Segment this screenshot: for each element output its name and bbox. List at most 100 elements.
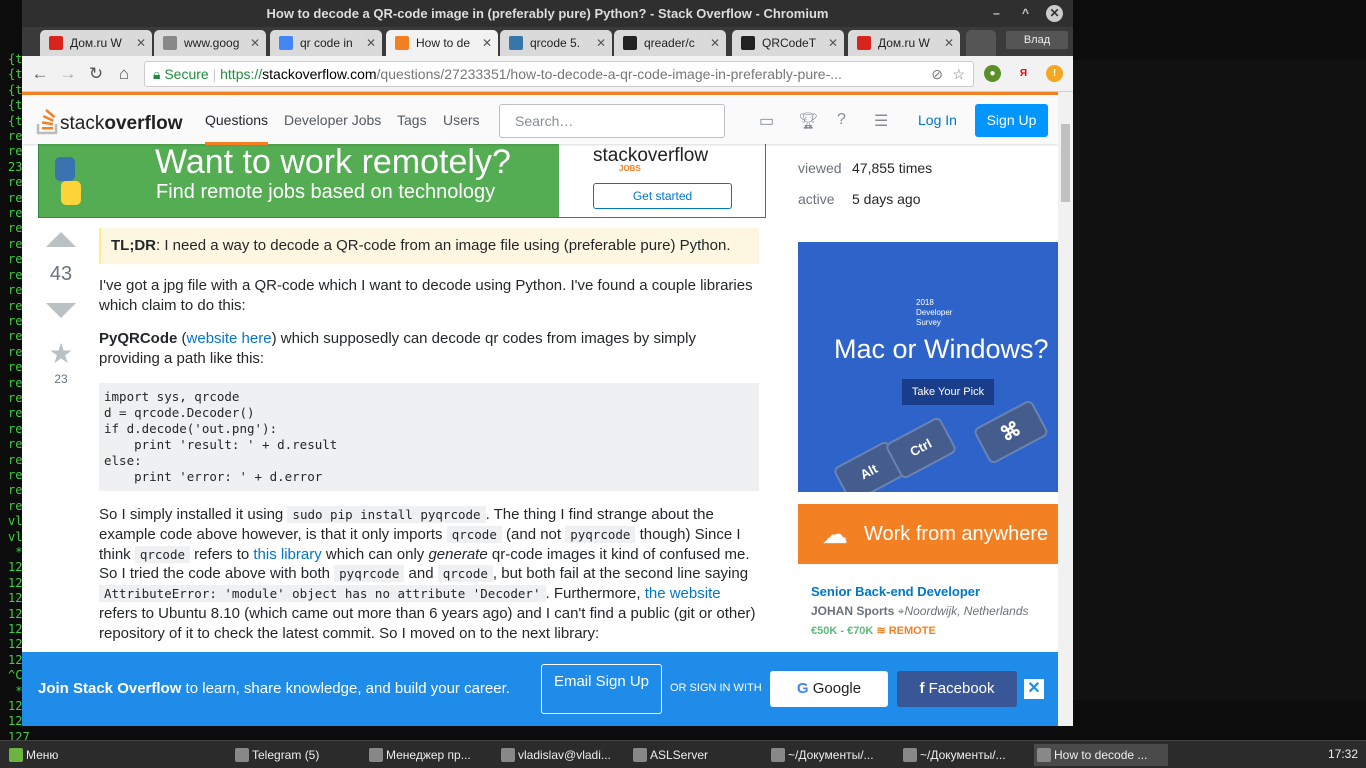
search-input[interactable]: Search… — [499, 104, 725, 138]
downvote-icon[interactable] — [46, 303, 76, 318]
wifi-icon: ≋ — [876, 625, 889, 637]
home-icon[interactable]: ⌂ — [114, 64, 134, 84]
tab-close-icon[interactable]: ✕ — [596, 30, 606, 56]
blocked-content-icon[interactable]: ⊘ — [931, 62, 943, 86]
or-sign-in-label: OR SIGN IN WITH — [670, 682, 762, 694]
tab-close-icon[interactable]: ✕ — [482, 30, 492, 56]
so-logo-icon — [36, 109, 58, 135]
forward-icon[interactable]: → — [58, 64, 78, 84]
join-banner: Join Stack Overflow to learn, share know… — [22, 652, 1058, 726]
yandex-icon[interactable]: Я — [1015, 65, 1032, 82]
tab-3[interactable]: qr code in ✕ — [270, 30, 382, 56]
tab-close-icon[interactable]: ✕ — [250, 30, 260, 56]
signup-button[interactable]: Sign Up — [975, 104, 1048, 137]
taskbar-item-2[interactable]: Менеджер пр... — [366, 744, 494, 766]
job-title[interactable]: Senior Back-end Developer — [811, 584, 980, 599]
tab-close-icon[interactable]: ✕ — [710, 30, 720, 56]
tab-close-icon[interactable]: ✕ — [366, 30, 376, 56]
login-link[interactable]: Log In — [918, 112, 957, 128]
tab-close-icon[interactable]: ✕ — [944, 30, 954, 56]
taskbar-item-4[interactable]: ASLServer — [630, 744, 764, 766]
tab-close-icon[interactable]: ✕ — [136, 30, 146, 56]
close-window-icon[interactable]: ✕ — [1046, 5, 1063, 22]
back-icon[interactable]: ← — [30, 64, 50, 84]
tab-favicon-icon — [509, 36, 523, 50]
jobs-logo: stackoverflow JOBS — [593, 145, 709, 173]
tab-close-icon[interactable]: ✕ — [828, 30, 838, 56]
nav-tags[interactable]: Tags — [397, 112, 427, 128]
banner-subheadline: Find remote jobs based on technology — [156, 181, 496, 203]
taskbar-item-3[interactable]: vladislav@vladi... — [498, 744, 626, 766]
tab-favicon-icon — [857, 36, 871, 50]
favorite-star-icon[interactable]: ★ — [38, 337, 84, 370]
maximize-icon[interactable]: ^ — [1017, 5, 1034, 22]
nav-users[interactable]: Users — [443, 112, 480, 128]
developer-survey-ad[interactable]: 2018 Developer Survey Mac or Windows? Ta… — [798, 242, 1058, 492]
start-menu-button[interactable]: Меню — [6, 744, 68, 766]
scrollbar-thumb[interactable] — [1061, 124, 1070, 202]
inbox-icon[interactable]: ▭ — [759, 111, 774, 131]
upvote-icon[interactable] — [46, 232, 76, 247]
job-listing[interactable]: Senior Back-end Developer JOHAN Sports ⌖… — [798, 564, 1058, 654]
reload-icon[interactable]: ↻ — [86, 64, 106, 84]
banner-brand-panel: stackoverflow JOBS Get started — [559, 139, 765, 217]
join-text: Join Stack Overflow to learn, share know… — [38, 680, 510, 697]
bookmark-star-icon[interactable]: ☆ — [952, 62, 965, 86]
logo-overflow: overflow — [104, 113, 183, 134]
taskbar-item-5[interactable]: ~/Документы/... — [768, 744, 896, 766]
nav-developer-jobs[interactable]: Developer Jobs — [284, 112, 381, 128]
alert-icon[interactable]: ! — [1046, 65, 1063, 82]
scrollbar[interactable] — [1058, 92, 1073, 726]
banner-headline: Want to work remotely? — [155, 143, 511, 181]
google-signin-button[interactable]: G Google — [770, 671, 888, 707]
so-logo[interactable]: stackoverflow — [36, 107, 182, 135]
taskbar-item-1[interactable]: Telegram (5) — [232, 744, 360, 766]
taskbar-item-label: ~/Документы/... — [788, 748, 874, 762]
tab-label: qrcode 5. — [530, 36, 581, 50]
tab-7[interactable]: QRCodeT ✕ — [732, 30, 844, 56]
question-body: TL;DR: I need a way to decode a QR-code … — [99, 228, 759, 658]
taskbar-item-label: vladislav@vladi... — [518, 748, 611, 762]
cmd-key: ⌘ — [972, 398, 1050, 466]
tab-6[interactable]: qreader/c ✕ — [614, 30, 726, 56]
this-library-link[interactable]: this library — [253, 546, 321, 563]
browser-window: How to decode a QR-code image in (prefer… — [22, 0, 1073, 726]
tab-8[interactable]: Дом.ru W ✕ — [848, 30, 960, 56]
minimize-icon[interactable]: – — [988, 5, 1005, 22]
tab-4[interactable]: How to de ✕ — [386, 30, 498, 56]
trophy-icon[interactable]: 🏆︎ — [798, 111, 818, 131]
app-icon — [771, 748, 785, 762]
new-tab-button[interactable] — [966, 30, 996, 56]
website-here-link[interactable]: website here — [187, 330, 272, 347]
email-signup-button[interactable]: Email Sign Up — [541, 664, 662, 714]
tab-favicon-icon — [49, 36, 63, 50]
extension-icon[interactable]: ● — [984, 65, 1001, 82]
get-started-button[interactable]: Get started — [593, 183, 732, 209]
take-your-pick-button[interactable]: Take Your Pick — [902, 379, 994, 405]
clock[interactable]: 17:32 — [1328, 741, 1358, 768]
address-bar[interactable]: 🔒︎ Secure | https://stackoverflow.com/qu… — [144, 61, 974, 87]
the-website-link[interactable]: the website — [645, 585, 721, 602]
favorite-count: 23 — [54, 372, 68, 386]
vote-count: 43 — [49, 263, 73, 285]
app-icon — [369, 748, 383, 762]
tab-1[interactable]: Дом.ru W ✕ — [40, 30, 152, 56]
tab-5[interactable]: qrcode 5. ✕ — [500, 30, 612, 56]
taskbar-item-6[interactable]: ~/Документы/... — [900, 744, 1028, 766]
url-host: stackoverflow.com — [262, 66, 377, 82]
nav-questions[interactable]: Questions — [205, 112, 269, 145]
close-icon[interactable]: ✕ — [1024, 679, 1044, 699]
app-icon — [235, 748, 249, 762]
taskbar-item-7[interactable]: How to decode ... — [1034, 744, 1168, 766]
tab-favicon-icon — [395, 36, 409, 50]
taskbar-item-label: Telegram (5) — [252, 748, 320, 762]
work-from-anywhere-header: ☁ Work from anywhere — [798, 504, 1058, 564]
profile-button[interactable]: Влад — [1006, 31, 1068, 49]
facebook-signin-button[interactable]: f Facebook — [897, 671, 1017, 707]
help-icon[interactable]: ? — [837, 111, 846, 129]
jobs-banner-ad[interactable]: Want to work remotely? Find remote jobs … — [38, 138, 766, 218]
taskbar-item-label: How to decode ... — [1054, 748, 1148, 762]
tab-label: qr code in — [300, 36, 353, 50]
site-switcher-icon[interactable]: ☰ — [874, 111, 888, 131]
tab-2[interactable]: www.goog ✕ — [154, 30, 266, 56]
